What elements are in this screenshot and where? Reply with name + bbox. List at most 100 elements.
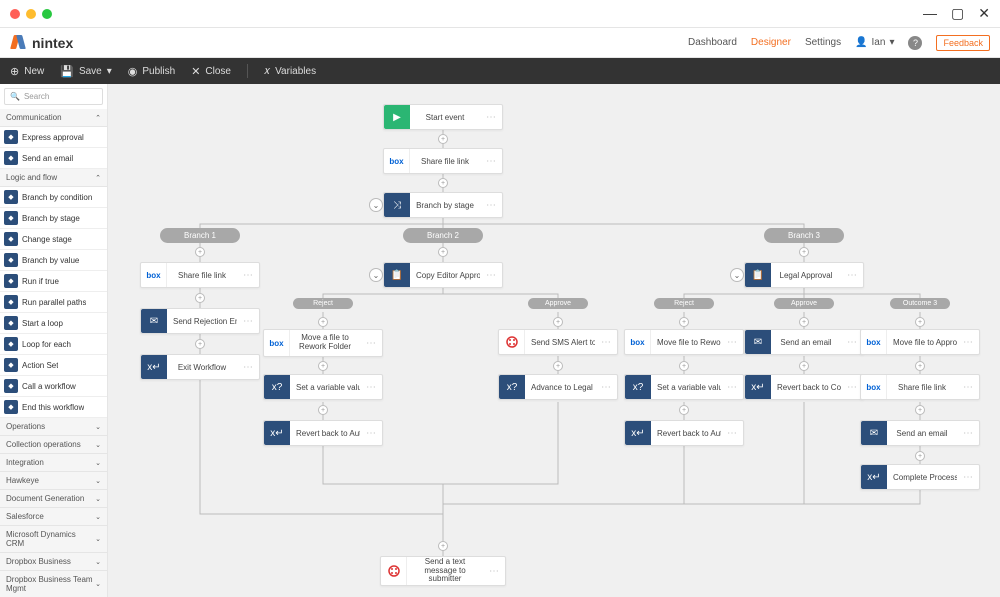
sidebar-category[interactable]: Collection operations⌄ xyxy=(0,436,107,454)
node-menu-icon[interactable]: ⋯ xyxy=(595,382,617,393)
add-node-button[interactable]: + xyxy=(438,541,448,551)
add-node-button[interactable]: + xyxy=(799,247,809,257)
node-exit-workflow[interactable]: x↵Exit Workflow⋯ xyxy=(140,354,260,380)
designer-canvas[interactable]: ▶Start event⋯ + boxShare file link⋯ + ⌄ … xyxy=(108,84,1000,597)
sidebar-category[interactable]: Microsoft Dynamics CRM⌄ xyxy=(0,526,107,553)
add-node-button[interactable]: + xyxy=(195,247,205,257)
collapse-icon[interactable]: ⌄ xyxy=(369,198,383,212)
node-send-text-message[interactable]: Send a text message to submitter⋯ xyxy=(380,556,506,586)
node-move-approved[interactable]: boxMove file to Approved⋯ xyxy=(860,329,980,355)
maximize-window-button[interactable] xyxy=(42,9,52,19)
sidebar-action-item[interactable]: ◆Send an email xyxy=(0,148,107,169)
add-node-button[interactable]: + xyxy=(679,361,689,371)
close-button[interactable]: ✕Close xyxy=(191,65,231,78)
sidebar-category[interactable]: Dropbox Business⌄ xyxy=(0,553,107,571)
add-node-button[interactable]: + xyxy=(195,339,205,349)
add-node-button[interactable]: + xyxy=(553,361,563,371)
collapse-icon[interactable]: ⌄ xyxy=(730,268,744,282)
node-menu-icon[interactable]: ⋯ xyxy=(721,337,743,348)
maximize-icon[interactable]: ▢ xyxy=(951,5,964,22)
add-node-button[interactable]: + xyxy=(318,317,328,327)
sidebar-action-item[interactable]: ◆Action Set xyxy=(0,355,107,376)
variables-button[interactable]: 𝑥Variables xyxy=(264,65,316,78)
sidebar-category[interactable]: Document Generation⌄ xyxy=(0,490,107,508)
node-send-sms[interactable]: Send SMS Alert to Legal⋯ xyxy=(498,329,618,355)
node-set-variable[interactable]: x?Set a variable value⋯ xyxy=(263,374,383,400)
sidebar-action-item[interactable]: ◆Loop for each xyxy=(0,334,107,355)
help-icon[interactable]: ? xyxy=(908,36,922,50)
node-complete-process[interactable]: x↵Complete Process⋯ xyxy=(860,464,980,490)
node-menu-icon[interactable]: ⋯ xyxy=(360,428,382,439)
minimize-icon[interactable]: — xyxy=(923,5,937,22)
sidebar-action-item[interactable]: ◆Express approval xyxy=(0,127,107,148)
add-node-button[interactable]: + xyxy=(318,361,328,371)
sidebar-category-logic[interactable]: Logic and flow⌃ xyxy=(0,169,107,187)
add-node-button[interactable]: + xyxy=(318,405,328,415)
node-send-email-b3b[interactable]: ✉Send an email⋯ xyxy=(860,420,980,446)
node-menu-icon[interactable]: ⋯ xyxy=(480,112,502,123)
sidebar-category[interactable]: Salesforce⌄ xyxy=(0,508,107,526)
nav-settings[interactable]: Settings xyxy=(805,37,841,48)
node-share-file-link[interactable]: boxShare file link⋯ xyxy=(383,148,503,174)
sidebar-action-item[interactable]: ◆Branch by condition xyxy=(0,187,107,208)
node-menu-icon[interactable]: ⋯ xyxy=(480,156,502,167)
sidebar-action-item[interactable]: ◆Branch by value xyxy=(0,250,107,271)
close-icon[interactable]: ✕ xyxy=(978,5,990,22)
sidebar-action-item[interactable]: ◆Run parallel paths xyxy=(0,292,107,313)
node-menu-icon[interactable]: ⋯ xyxy=(360,382,382,393)
node-menu-icon[interactable]: ⋯ xyxy=(360,338,382,349)
add-node-button[interactable]: + xyxy=(799,317,809,327)
sidebar-action-item[interactable]: ◆Run if true xyxy=(0,271,107,292)
sidebar-category-communication[interactable]: Communication⌃ xyxy=(0,109,107,127)
add-node-button[interactable]: + xyxy=(915,405,925,415)
nav-dashboard[interactable]: Dashboard xyxy=(688,37,737,48)
node-move-rework[interactable]: boxMove a file to Rework Folder⋯ xyxy=(263,329,383,357)
node-menu-icon[interactable]: ⋯ xyxy=(237,270,259,281)
node-revert-author-b3[interactable]: x↵Revert back to Author⋯ xyxy=(624,420,744,446)
sidebar-category[interactable]: Hawkeye⌄ xyxy=(0,472,107,490)
sidebar-category[interactable]: Dropbox Business Team Mgmt⌄ xyxy=(0,571,107,597)
sidebar-action-item[interactable]: ◆Call a workflow xyxy=(0,376,107,397)
feedback-button[interactable]: Feedback xyxy=(936,35,990,51)
node-menu-icon[interactable]: ⋯ xyxy=(483,566,505,577)
add-node-button[interactable]: + xyxy=(679,405,689,415)
node-move-rework-b3[interactable]: boxMove file to Rework⋯ xyxy=(624,329,744,355)
node-set-variable-b3[interactable]: x?Set a variable value⋯ xyxy=(624,374,744,400)
node-start-event[interactable]: ▶Start event⋯ xyxy=(383,104,503,130)
sidebar-category[interactable]: Integration⌄ xyxy=(0,454,107,472)
add-node-button[interactable]: + xyxy=(799,361,809,371)
node-send-email-b3[interactable]: ✉Send an email⋯ xyxy=(744,329,864,355)
sidebar-category[interactable]: Operations⌄ xyxy=(0,418,107,436)
add-node-button[interactable]: + xyxy=(438,134,448,144)
add-node-button[interactable]: + xyxy=(553,317,563,327)
sidebar-action-item[interactable]: ◆Change stage xyxy=(0,229,107,250)
nav-designer[interactable]: Designer xyxy=(751,37,791,48)
node-menu-icon[interactable]: ⋯ xyxy=(480,270,502,281)
node-menu-icon[interactable]: ⋯ xyxy=(237,316,259,327)
node-send-rejection[interactable]: ✉Send Rejection Email⋯ xyxy=(140,308,260,334)
node-menu-icon[interactable]: ⋯ xyxy=(595,337,617,348)
minimize-window-button[interactable] xyxy=(26,9,36,19)
add-node-button[interactable]: + xyxy=(438,178,448,188)
node-menu-icon[interactable]: ⋯ xyxy=(721,382,743,393)
user-menu[interactable]: 👤 Ian ▾ xyxy=(855,37,894,48)
add-node-button[interactable]: + xyxy=(195,293,205,303)
close-window-button[interactable] xyxy=(10,9,20,19)
node-share-link-b3[interactable]: boxShare file link⋯ xyxy=(860,374,980,400)
node-menu-icon[interactable]: ⋯ xyxy=(721,428,743,439)
sidebar-action-item[interactable]: ◆Start a loop xyxy=(0,313,107,334)
node-share-file-link-b1[interactable]: boxShare file link⋯ xyxy=(140,262,260,288)
publish-button[interactable]: ◉Publish xyxy=(128,65,175,78)
save-button[interactable]: 💾Save▾ xyxy=(60,65,112,78)
add-node-button[interactable]: + xyxy=(915,451,925,461)
node-revert-to-author[interactable]: x↵Revert back to Author⋯ xyxy=(263,420,383,446)
node-menu-icon[interactable]: ⋯ xyxy=(841,270,863,281)
node-advance-legal[interactable]: x?Advance to Legal Review⋯ xyxy=(498,374,618,400)
node-menu-icon[interactable]: ⋯ xyxy=(957,382,979,393)
node-menu-icon[interactable]: ⋯ xyxy=(957,337,979,348)
node-menu-icon[interactable]: ⋯ xyxy=(480,200,502,211)
node-legal-approval[interactable]: 📋Legal Approval⋯ xyxy=(744,262,864,288)
new-button[interactable]: ⊕New xyxy=(10,65,44,78)
add-node-button[interactable]: + xyxy=(915,361,925,371)
node-revert-copy-editor[interactable]: x↵Revert back to Copy Editor⋯ xyxy=(744,374,864,400)
